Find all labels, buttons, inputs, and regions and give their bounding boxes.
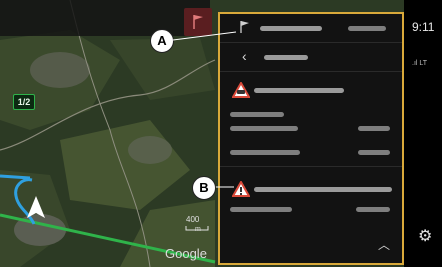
incident-detail [230, 126, 298, 131]
callout-a: A [150, 29, 174, 53]
incident-title [254, 187, 392, 192]
incident-title [254, 88, 344, 93]
status-bar: 9:11 .ıl LT ⚙ [404, 0, 442, 267]
traffic-warning-icon [232, 181, 250, 197]
signal-indicator: .ıl LT [412, 60, 427, 67]
traffic-info-panel: ‹ ︿ [218, 12, 404, 265]
incident-detail [230, 150, 300, 155]
traffic-warning-icon [232, 82, 250, 98]
flag-icon [193, 15, 203, 29]
gear-icon[interactable]: ⚙ [418, 226, 432, 246]
traffic-incident[interactable] [220, 167, 402, 247]
clock: 9:11 [412, 20, 435, 34]
lane-badge: 1/2 [13, 94, 35, 110]
infotainment-screen: 1/2 400 m Google ‹ ︿ 9:11 .ıl LT ⚙ A B [0, 0, 442, 267]
traffic-incident[interactable] [220, 72, 402, 167]
incident-detail [230, 207, 292, 212]
eta-text [348, 26, 386, 31]
panel-header [220, 14, 402, 43]
back-chevron-icon[interactable]: ‹ [242, 48, 247, 64]
network-type: LT [419, 60, 428, 67]
incident-distance [358, 126, 390, 131]
section-title [264, 55, 308, 60]
scale-unit: m [195, 226, 201, 233]
chevron-up-icon[interactable]: ︿ [378, 236, 390, 253]
map-attribution: Google [165, 246, 207, 261]
scale-value: 400 [186, 215, 200, 224]
back-row[interactable]: ‹ [220, 43, 402, 72]
flag-icon [240, 21, 249, 33]
callout-b: B [192, 176, 216, 200]
incident-distance [356, 207, 390, 212]
map-top-bar [0, 0, 210, 36]
incident-detail [230, 112, 284, 117]
destination-flag-button[interactable] [184, 8, 212, 36]
destination-text [260, 26, 322, 31]
incident-delay [358, 150, 390, 155]
